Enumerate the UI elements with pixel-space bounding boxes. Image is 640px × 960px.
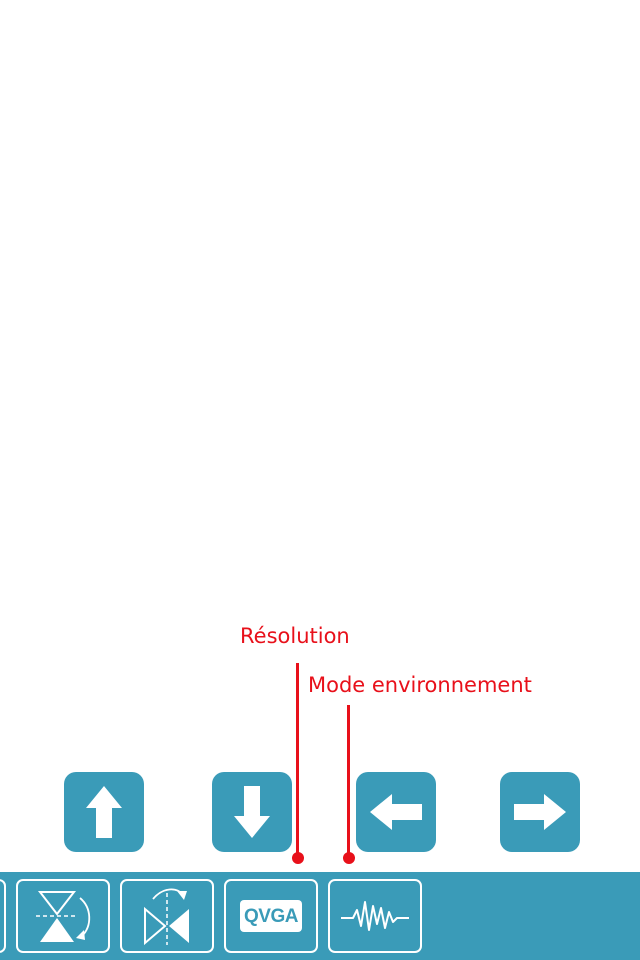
mirror-horizontal-icon <box>144 888 189 946</box>
environment-mode-button[interactable] <box>328 879 422 953</box>
down-arrow-button[interactable] <box>212 772 292 852</box>
down-arrow-icon <box>234 786 270 838</box>
flip-vertical-icon <box>36 891 91 942</box>
environment-callout-dot <box>343 852 355 864</box>
up-arrow-icon <box>86 786 122 838</box>
environment-mode-annotation: Mode environnement <box>308 673 532 697</box>
left-arrow-button[interactable] <box>356 772 436 852</box>
waveform-icon <box>341 901 409 931</box>
bottom-toolbar: QVGA <box>0 872 640 960</box>
partial-toolbar-button[interactable] <box>0 879 6 953</box>
left-arrow-icon <box>370 794 422 830</box>
resolution-button[interactable]: QVGA <box>224 879 318 953</box>
mirror-horizontal-button[interactable] <box>120 879 214 953</box>
resolution-callout-dot <box>292 852 304 864</box>
resolution-annotation: Résolution <box>240 624 350 648</box>
up-arrow-button[interactable] <box>64 772 144 852</box>
right-arrow-icon <box>514 794 566 830</box>
flip-vertical-button[interactable] <box>16 879 110 953</box>
resolution-callout-line <box>296 663 299 858</box>
qvga-label: QVGA <box>240 900 302 932</box>
environment-callout-line <box>347 705 350 858</box>
right-arrow-button[interactable] <box>500 772 580 852</box>
